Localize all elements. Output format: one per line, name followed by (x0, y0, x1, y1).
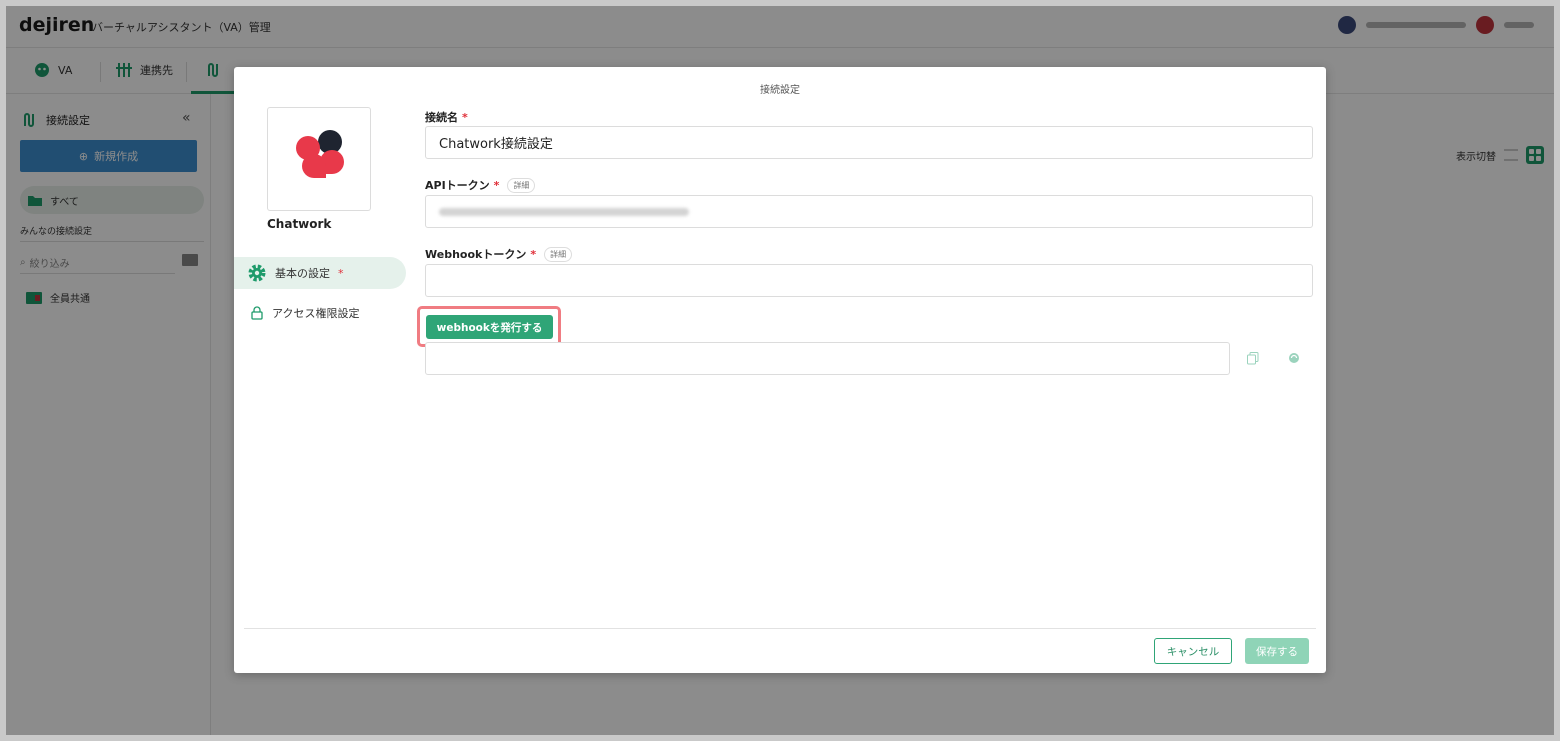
connection-name-label: 接続名 * (425, 109, 468, 125)
api-token-value-blurred (439, 207, 689, 216)
connection-name-label-text: 接続名 (425, 111, 458, 124)
webhook-url-input[interactable] (425, 342, 1230, 375)
issue-webhook-button[interactable]: webhookを発行する (426, 315, 553, 339)
connection-settings-modal: 接続設定 Chatwork 基本の設定 * アクセス権限設定 接続名 * Cha… (234, 67, 1326, 673)
api-token-detail-link[interactable]: 詳細 (507, 177, 536, 193)
service-name: Chatwork (267, 217, 332, 231)
menu-access-settings[interactable]: アクセス権限設定 (234, 297, 406, 329)
webhook-token-input[interactable] (425, 264, 1313, 297)
menu-basic-settings[interactable]: 基本の設定 * (234, 257, 406, 289)
connection-name-value: Chatwork接続設定 (439, 137, 553, 152)
app-frame: dejiren バーチャルアシスタント（VA）管理 VA 連携先 接続設定 « … (6, 6, 1554, 735)
required-mark: * (493, 178, 500, 192)
required-mark: * (462, 110, 468, 124)
required-mark: * (530, 247, 537, 261)
api-token-label-text: APIトークン (425, 179, 490, 192)
menu-access-settings-label: アクセス権限設定 (272, 307, 360, 320)
copy-icon[interactable] (1247, 352, 1259, 365)
refresh-icon[interactable] (1288, 352, 1300, 364)
modal-title: 接続設定 (760, 85, 800, 96)
api-token-input[interactable] (425, 195, 1313, 228)
service-logo (267, 107, 371, 211)
webhook-token-label-text: Webhookトークン (425, 248, 527, 261)
footer-divider (244, 628, 1316, 629)
required-mark: * (338, 266, 344, 280)
cancel-button[interactable]: キャンセル (1154, 638, 1232, 664)
connection-name-input[interactable]: Chatwork接続設定 (425, 126, 1313, 159)
chatwork-logo-icon (296, 130, 344, 178)
menu-basic-settings-label: 基本の設定 (275, 267, 330, 280)
save-button[interactable]: 保存する (1245, 638, 1309, 664)
webhook-token-detail-link[interactable]: 詳細 (544, 246, 573, 262)
api-token-label: APIトークン * 詳細 (425, 177, 536, 193)
webhook-token-label: Webhookトークン * 詳細 (425, 246, 573, 262)
gear-icon (248, 264, 266, 282)
lock-icon (251, 306, 263, 320)
